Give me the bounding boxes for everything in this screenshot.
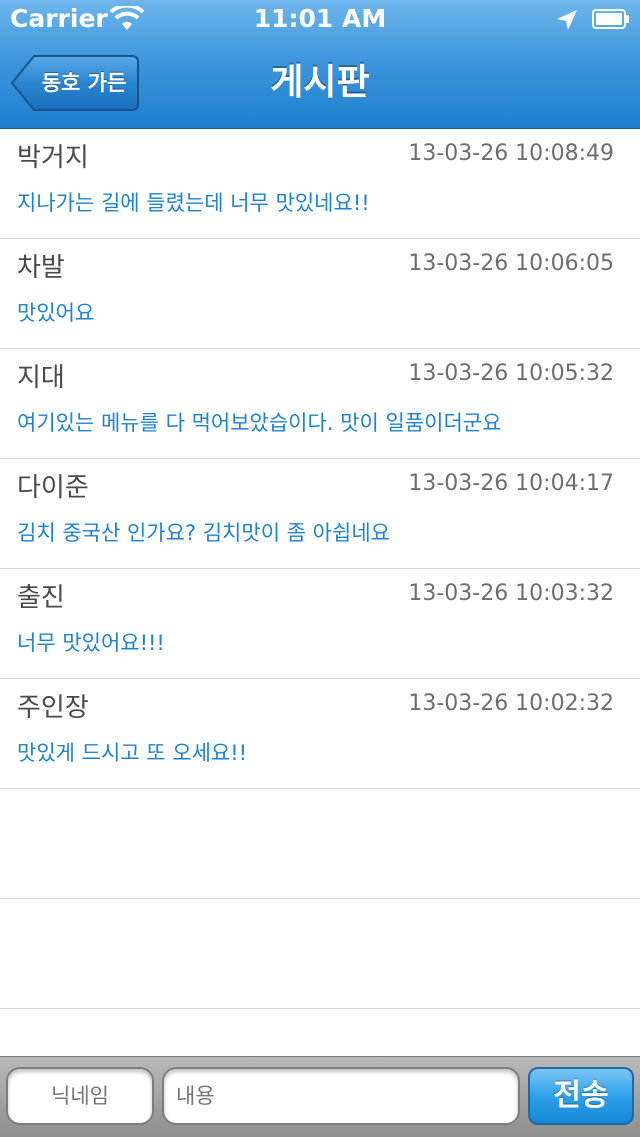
post-date: 13-03-26 10:03:32 — [408, 581, 614, 606]
post-date: 13-03-26 10:02:32 — [408, 691, 614, 716]
post-author: 지대 — [17, 363, 65, 393]
post-date: 13-03-26 10:08:49 — [408, 141, 614, 166]
page-title: 게시판 — [270, 62, 370, 103]
battery-icon — [592, 9, 630, 29]
post-list: 박거지 13-03-26 10:08:49 지나가는 길에 들렸는데 너무 맛있… — [0, 129, 640, 1009]
status-bar: Carrier 11:01 AM — [0, 0, 640, 40]
empty-row — [0, 899, 640, 1009]
post-author: 차발 — [17, 253, 65, 283]
comment-input-bar: 전송 — [0, 1056, 640, 1137]
post-author: 출진 — [17, 583, 65, 613]
nickname-field[interactable] — [6, 1067, 154, 1125]
post-message: 맛있게 드시고 또 오세요!! — [17, 741, 248, 765]
post-message: 맛있어요 — [17, 301, 95, 325]
post-message: 김치 중국산 인가요? 김치맛이 좀 아쉽네요 — [17, 521, 390, 545]
content-field[interactable] — [162, 1067, 520, 1125]
post-row[interactable]: 주인장 13-03-26 10:02:32 맛있게 드시고 또 오세요!! — [0, 679, 640, 789]
post-author: 박거지 — [17, 143, 89, 173]
post-message: 여기있는 메뉴를 다 먹어보았습이다. 맛이 일품이더군요 — [17, 411, 502, 435]
post-row[interactable]: 차발 13-03-26 10:06:05 맛있어요 — [0, 239, 640, 349]
post-row[interactable]: 박거지 13-03-26 10:08:49 지나가는 길에 들렸는데 너무 맛있… — [0, 129, 640, 239]
post-author: 주인장 — [17, 693, 89, 723]
post-row[interactable]: 지대 13-03-26 10:05:32 여기있는 메뉴를 다 먹어보았습이다.… — [0, 349, 640, 459]
location-arrow-icon — [555, 8, 579, 32]
send-button[interactable]: 전송 — [528, 1067, 634, 1125]
post-date: 13-03-26 10:04:17 — [408, 471, 614, 496]
post-date: 13-03-26 10:05:32 — [408, 361, 614, 386]
post-row[interactable]: 출진 13-03-26 10:03:32 너무 맛있어요!!! — [0, 569, 640, 679]
post-row[interactable]: 다이준 13-03-26 10:04:17 김치 중국산 인가요? 김치맛이 좀… — [0, 459, 640, 569]
post-message: 지나가는 길에 들렸는데 너무 맛있네요!! — [17, 191, 370, 215]
post-author: 다이준 — [17, 473, 89, 503]
empty-row — [0, 789, 640, 899]
post-message: 너무 맛있어요!!! — [17, 631, 165, 655]
status-time: 11:01 AM — [253, 4, 387, 33]
post-date: 13-03-26 10:06:05 — [408, 251, 614, 276]
app-header: Carrier 11:01 AM 동호 가든 게시판 — [0, 0, 640, 129]
